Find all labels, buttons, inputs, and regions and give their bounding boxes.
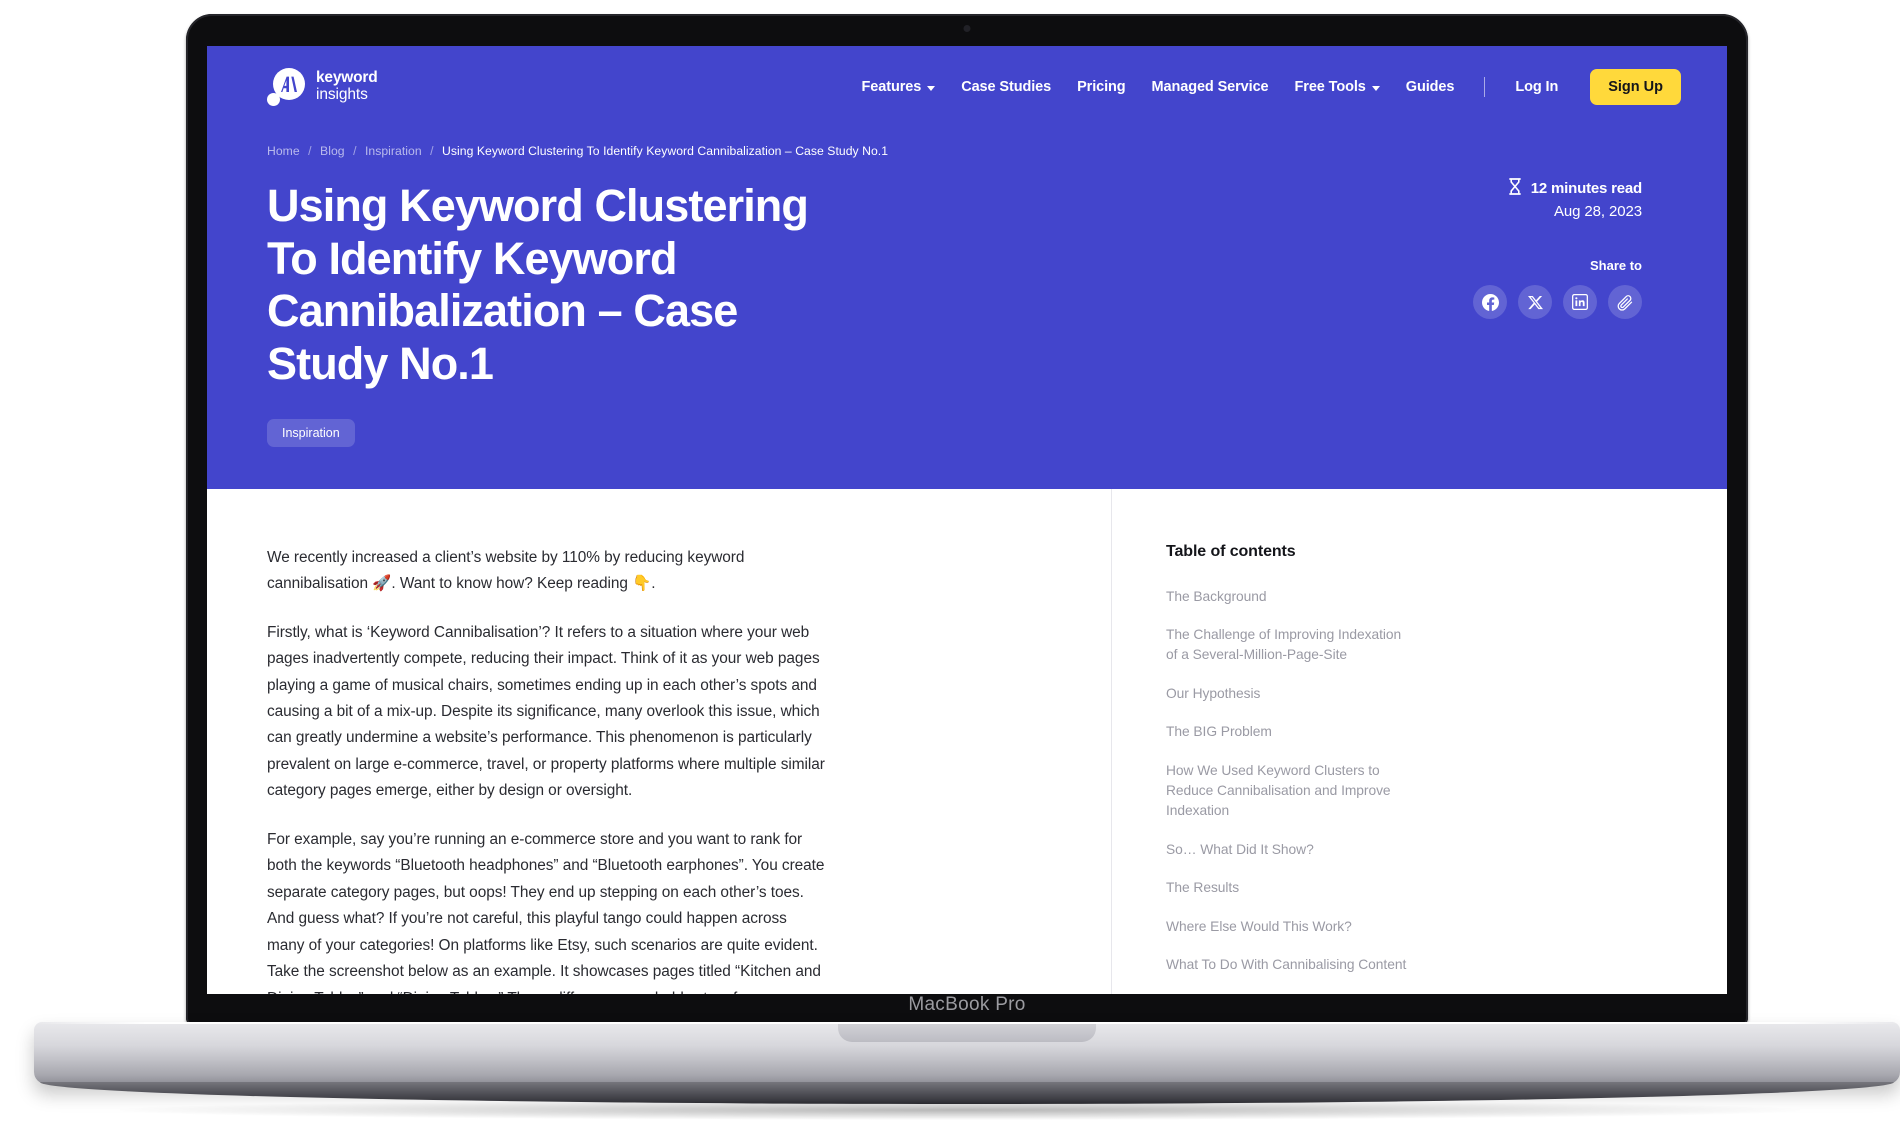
toc-item[interactable]: The Results	[1166, 878, 1411, 898]
share-label: Share to	[1589, 258, 1642, 273]
read-time-label: 12 minutes read	[1530, 180, 1642, 197]
share-facebook-button[interactable]	[1473, 285, 1507, 319]
hourglass-icon	[1508, 178, 1522, 199]
share-copy-link-button[interactable]	[1608, 285, 1642, 319]
brand-line-2: insights	[316, 86, 368, 103]
chevron-down-icon	[927, 85, 936, 91]
share-buttons	[1473, 285, 1642, 319]
device-label: MacBook Pro	[908, 994, 1026, 1015]
webcam-icon	[963, 25, 971, 32]
copy-link-icon	[1617, 294, 1634, 311]
toc-item[interactable]: The Challenge of Improving Indexation of…	[1166, 625, 1411, 666]
nav-item-case-studies-label: Case Studies	[961, 79, 1052, 95]
brand-line-1: keyword	[316, 69, 378, 87]
share-linkedin-button[interactable]	[1563, 285, 1597, 319]
toc-item[interactable]: The BIG Problem	[1166, 722, 1411, 742]
publish-date: Aug 28, 2023	[1553, 203, 1642, 220]
nav-item-features[interactable]: Features	[862, 79, 936, 95]
keyword-insights-logo-icon	[267, 68, 305, 106]
screen-viewport: keyword insights Features Case Studies P…	[207, 46, 1727, 994]
login-link[interactable]: Log In	[1515, 79, 1558, 95]
nav-item-free-tools-label: Free Tools	[1294, 79, 1366, 95]
nav-item-pricing-label: Pricing	[1077, 79, 1126, 95]
breadcrumb-item-blog[interactable]: Blog	[320, 144, 345, 158]
category-tag-inspiration[interactable]: Inspiration	[267, 418, 355, 447]
laptop-lid: keyword insights Features Case Studies P…	[186, 14, 1748, 1026]
base-notch	[838, 1022, 1096, 1042]
hero-section: keyword insights Features Case Studies P…	[207, 46, 1727, 489]
hero-left-column: Home / Blog / Inspiration / Using Keywor…	[267, 144, 907, 447]
article-paragraph-lead: For example, say you’re running an e-com…	[267, 830, 825, 994]
facebook-icon	[1481, 293, 1499, 311]
toc-item[interactable]: So… What Did It Show?	[1166, 840, 1411, 860]
site-logo[interactable]: keyword insights	[267, 68, 378, 106]
table-of-contents: Table of contents The Background The Cha…	[1112, 489, 1727, 994]
toc-title: Table of contents	[1166, 542, 1296, 560]
nav-item-managed-service[interactable]: Managed Service	[1152, 79, 1269, 95]
breadcrumb: Home / Blog / Inspiration / Using Keywor…	[267, 144, 907, 158]
nav-divider	[1484, 77, 1486, 97]
chevron-down-icon	[1371, 85, 1380, 91]
breadcrumb-current: Using Keyword Clustering To Identify Key…	[442, 144, 889, 158]
breadcrumb-item-home[interactable]: Home	[267, 144, 300, 158]
nav-item-pricing[interactable]: Pricing	[1077, 79, 1126, 95]
toc-item[interactable]: What To Do With Cannibalising Content	[1166, 955, 1411, 975]
article-paragraph: For example, say you’re running an e-com…	[267, 827, 827, 994]
login-link-label: Log In	[1515, 79, 1559, 95]
hero-body: Home / Blog / Inspiration / Using Keywor…	[207, 128, 1727, 447]
breadcrumb-separator: /	[353, 144, 357, 158]
nav-item-guides[interactable]: Guides	[1406, 79, 1455, 95]
article-body: We recently increased a client’s website…	[207, 488, 1112, 994]
nav-item-features-label: Features	[861, 79, 922, 95]
site-navbar: keyword insights Features Case Studies P…	[207, 46, 1727, 128]
macbook-mockup: keyword insights Features Case Studies P…	[0, 0, 1900, 1140]
primary-nav: Features Case Studies Pricing Managed Se…	[862, 69, 1681, 105]
breadcrumb-separator: /	[308, 144, 312, 158]
toc-item[interactable]: Our Hypothesis	[1166, 684, 1411, 704]
read-time: 12 minutes read	[1473, 178, 1642, 199]
article-paragraph: Firstly, what is ‘Keyword Cannibalisatio…	[267, 623, 825, 800]
signup-button[interactable]: Sign Up	[1590, 69, 1681, 105]
laptop-shadow	[120, 1100, 1800, 1120]
page-title: Using Keyword Clustering To Identify Key…	[267, 180, 809, 389]
x-twitter-icon	[1527, 295, 1543, 310]
nav-item-case-studies[interactable]: Case Studies	[961, 79, 1051, 95]
toc-item[interactable]: Where Else Would This Work?	[1166, 917, 1411, 937]
breadcrumb-separator: /	[430, 144, 434, 158]
article-paragraph: We recently increased a client’s website…	[267, 548, 745, 593]
breadcrumb-item-inspiration[interactable]: Inspiration	[365, 144, 422, 158]
site-logo-text: keyword insights	[316, 70, 378, 103]
nav-item-managed-service-label: Managed Service	[1151, 79, 1269, 95]
article-section: We recently increased a client’s website…	[207, 488, 1727, 994]
nav-item-guides-label: Guides	[1405, 79, 1455, 95]
toc-item[interactable]: How We Used Keyword Clusters to Reduce C…	[1166, 761, 1411, 822]
nav-item-free-tools[interactable]: Free Tools	[1295, 79, 1380, 95]
laptop-base	[34, 1022, 1900, 1084]
linkedin-icon	[1572, 294, 1588, 310]
toc-item[interactable]: The Background	[1166, 587, 1411, 607]
hero-meta-column: 12 minutes read Aug 28, 2023 Share to	[1473, 144, 1667, 447]
share-x-button[interactable]	[1518, 285, 1552, 319]
